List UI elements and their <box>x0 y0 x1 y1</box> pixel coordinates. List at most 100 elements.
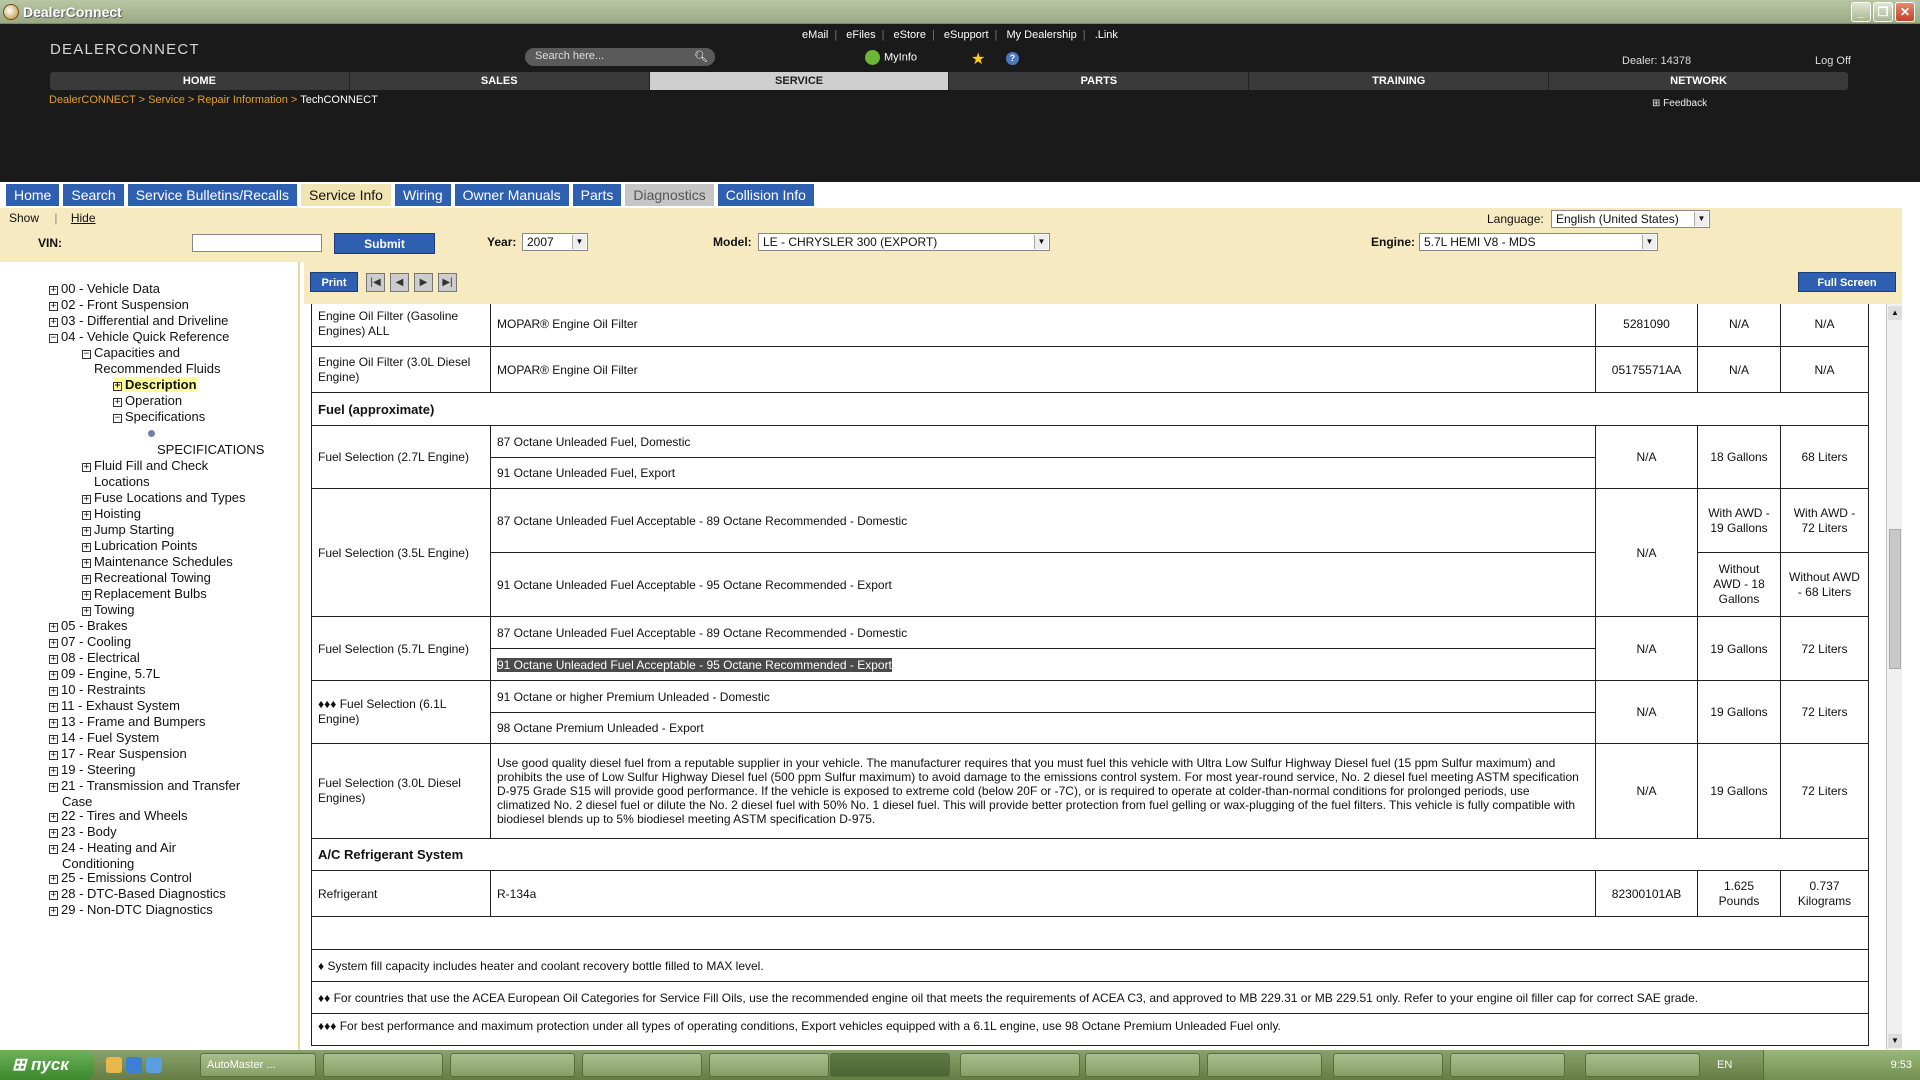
tree-item[interactable]: +10 - Restraints <box>49 682 146 697</box>
next-page-icon[interactable]: ▶ <box>414 273 433 292</box>
prev-page-icon[interactable]: ◀ <box>390 273 409 292</box>
engine-select[interactable]: 5.7L HEMI V8 - MDS ▼ <box>1419 233 1658 251</box>
close-button[interactable]: ✕ <box>1895 2 1915 22</box>
tree-item[interactable]: + Maintenance Schedules <box>82 554 233 569</box>
quicklaunch-folder-icon[interactable] <box>106 1057 122 1073</box>
top-link-my-dealership[interactable]: My Dealership <box>1000 29 1082 41</box>
tree-item[interactable]: + Fluid Fill and Check <box>82 458 208 473</box>
site-search-input[interactable]: Search here... 🔍︎ <box>525 48 715 66</box>
nav-network[interactable]: NETWORK <box>1549 72 1848 90</box>
content-scrollbar[interactable]: ▲ ▼ <box>1886 304 1902 1050</box>
breadcrumb-dealerconnect[interactable]: DealerCONNECT <box>49 94 136 106</box>
breadcrumb-repair-information[interactable]: Repair Information <box>197 94 288 106</box>
taskbar-item[interactable] <box>709 1053 829 1077</box>
taskbar-item[interactable] <box>323 1053 443 1077</box>
tree-item[interactable]: + Replacement Bulbs <box>82 586 207 601</box>
tree-item[interactable]: +29 - Non-DTC Diagnostics <box>49 902 213 917</box>
tree-item[interactable]: +25 - Emissions Control <box>49 870 192 885</box>
tab-search[interactable]: Search <box>63 184 124 206</box>
clock[interactable]: 9:53 <box>1891 1059 1912 1071</box>
tree-item[interactable]: Locations <box>94 474 150 489</box>
tab-wiring[interactable]: Wiring <box>394 184 451 206</box>
tree-item[interactable]: +08 - Electrical <box>49 650 140 665</box>
quicklaunch-browser2-icon[interactable] <box>146 1057 162 1073</box>
show-link[interactable]: Show <box>9 211 39 225</box>
top-link-efiles[interactable]: eFiles <box>840 29 881 41</box>
tree-item[interactable]: +07 - Cooling <box>49 634 131 649</box>
tree-item[interactable]: +11 - Exhaust System <box>49 698 180 713</box>
taskbar-item[interactable] <box>1085 1053 1200 1077</box>
myinfo-link[interactable]: MyInfo <box>865 50 917 65</box>
tree-item[interactable]: +14 - Fuel System <box>49 730 159 745</box>
quicklaunch-browser-icon[interactable] <box>126 1057 142 1073</box>
language-indicator[interactable]: EN <box>1717 1059 1732 1071</box>
nav-service[interactable]: SERVICE <box>649 72 950 90</box>
tree-item[interactable]: −04 - Vehicle Quick Reference <box>49 329 229 344</box>
nav-home[interactable]: HOME <box>50 72 350 90</box>
tree-item[interactable]: − Specifications <box>113 409 205 424</box>
taskbar-item[interactable] <box>960 1053 1080 1077</box>
taskbar-item[interactable] <box>1333 1053 1443 1077</box>
language-select[interactable]: English (United States) ▼ <box>1551 210 1710 228</box>
taskbar-item[interactable] <box>450 1053 575 1077</box>
tree-item[interactable]: +19 - Steering <box>49 762 135 777</box>
submit-button[interactable]: Submit <box>334 233 435 254</box>
tree-item[interactable]: +13 - Frame and Bumpers <box>49 714 206 729</box>
tree-item[interactable]: +09 - Engine, 5.7L <box>49 666 160 681</box>
dealerconnect-logo[interactable]: DEALERCONNECT <box>50 41 200 58</box>
tab-owner-manuals[interactable]: Owner Manuals <box>454 184 569 206</box>
full-screen-button[interactable]: Full Screen <box>1798 272 1896 292</box>
logoff-link[interactable]: Log Off <box>1815 55 1851 67</box>
tab-service-info[interactable]: Service Info <box>301 184 391 206</box>
tree-item[interactable]: + Hoisting <box>82 506 141 521</box>
tree-item[interactable]: +03 - Differential and Driveline <box>49 313 228 328</box>
taskbar-item[interactable]: AutoMaster ... <box>200 1053 316 1077</box>
top-link-link[interactable]: .Link <box>1089 29 1124 41</box>
model-select[interactable]: LE - CHRYSLER 300 (EXPORT) ▼ <box>758 233 1050 251</box>
tree-item[interactable]: + Towing <box>82 602 134 617</box>
tree-item[interactable]: SPECIFICATIONS <box>157 442 264 457</box>
tree-item-selected[interactable]: + Description <box>113 377 197 392</box>
maximize-button[interactable]: ❐ <box>1873 2 1893 22</box>
tab-collision-info[interactable]: Collision Info <box>717 184 814 206</box>
tree-item[interactable]: Conditioning <box>62 856 134 871</box>
scroll-up-icon[interactable]: ▲ <box>1888 306 1902 320</box>
first-page-icon[interactable]: |◀ <box>366 273 385 292</box>
tree-item[interactable]: − Capacities and <box>82 345 180 360</box>
tree-item[interactable]: +21 - Transmission and Transfer <box>49 778 240 793</box>
tree-item[interactable]: +17 - Rear Suspension <box>49 746 187 761</box>
tree-item[interactable]: +02 - Front Suspension <box>49 297 189 312</box>
nav-training[interactable]: TRAINING <box>1249 72 1550 90</box>
vin-input[interactable] <box>192 234 322 252</box>
tree-item[interactable]: + Operation <box>113 393 182 408</box>
print-button[interactable]: Print <box>310 272 358 292</box>
breadcrumb-service[interactable]: Service <box>148 94 185 106</box>
tab-home[interactable]: Home <box>6 184 60 206</box>
selected-text[interactable]: 91 Octane Unleaded Fuel Acceptable - 95 … <box>497 657 892 672</box>
top-link-estore[interactable]: eStore <box>888 29 932 41</box>
year-select[interactable]: 2007 ▼ <box>522 233 588 251</box>
start-button[interactable]: ⊞ пуск <box>0 1050 94 1080</box>
help-icon[interactable]: ? <box>1006 52 1019 65</box>
tree-item[interactable]: + Jump Starting <box>82 522 174 537</box>
tree-item[interactable]: +23 - Body <box>49 824 117 839</box>
last-page-icon[interactable]: ▶| <box>438 273 457 292</box>
taskbar-item[interactable] <box>1585 1053 1700 1077</box>
top-link-esupport[interactable]: eSupport <box>938 29 995 41</box>
tree-item[interactable]: Case <box>62 794 92 809</box>
tree-item[interactable]: +05 - Brakes <box>49 618 127 633</box>
tree-item[interactable]: + Recreational Towing <box>82 570 211 585</box>
hide-link[interactable]: Hide <box>71 211 96 225</box>
taskbar-item[interactable] <box>582 1053 702 1077</box>
taskbar-item[interactable] <box>1450 1053 1565 1077</box>
scroll-down-icon[interactable]: ▼ <box>1888 1034 1902 1048</box>
tree-item[interactable]: +22 - Tires and Wheels <box>49 808 187 823</box>
tree-item[interactable]: + Fuse Locations and Types <box>82 490 246 505</box>
minimize-button[interactable]: _ <box>1851 2 1871 22</box>
tree-item[interactable]: +28 - DTC-Based Diagnostics <box>49 886 226 901</box>
tree-item[interactable]: +00 - Vehicle Data <box>49 281 160 296</box>
nav-parts[interactable]: PARTS <box>949 72 1250 90</box>
top-link-email[interactable]: eMail <box>796 29 834 41</box>
feedback-link[interactable]: ⊞ Feedback <box>1652 98 1707 109</box>
favorites-star-icon[interactable]: ★ <box>971 49 985 69</box>
